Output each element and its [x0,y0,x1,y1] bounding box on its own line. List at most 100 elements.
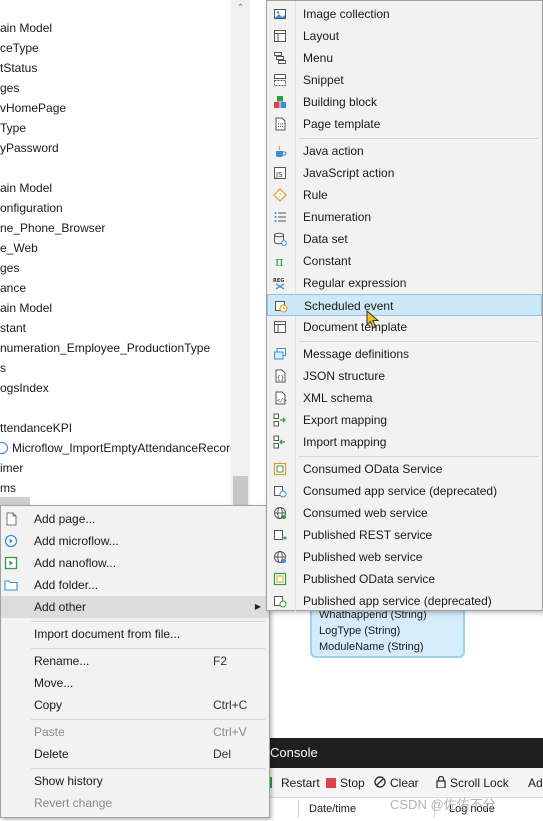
tree-item[interactable]: ain Model [0,178,232,198]
published-odata-service-item[interactable]: Published OData service [267,568,542,590]
tree-item[interactable]: ain Model [0,18,232,38]
add-folder-item[interactable]: Add folder... [1,574,269,596]
tree-item[interactable]: ogsIndex [0,378,232,398]
svg-text:?: ? [278,193,281,200]
console-title: Console [270,745,318,760]
scroll-up-icon[interactable]: ⌃ [231,0,250,17]
delete-item[interactable]: Delete Del [1,743,269,765]
tree-item[interactable]: ges [0,258,232,278]
consumed-app-service-item[interactable]: Consumed app service (deprecated) [267,480,542,502]
xml-schema-icon: </> [275,391,287,405]
add-nanoflow-item[interactable]: Add nanoflow... [1,552,269,574]
add-other-item[interactable]: Add other ▶ [1,596,269,618]
nanoflow-icon [4,556,18,570]
paste-item[interactable]: Paste Ctrl+V [1,721,269,743]
rename-item[interactable]: Rename... F2 [1,650,269,672]
tree-item[interactable]: ms [0,478,232,498]
tree-item[interactable]: numeration_Employee_ProductionType [0,338,232,358]
tree-item[interactable]: onfiguration [0,198,232,218]
menu-separator [31,621,265,622]
svg-text:JS: JS [275,171,283,179]
context-menu: Add page... Add microflow... Add nanoflo… [0,505,270,818]
restart-button[interactable]: Restart [268,776,320,790]
document-template-item[interactable]: Document template [267,316,542,338]
svg-text:π: π [275,255,284,268]
tree-item[interactable]: ain Model [0,298,232,318]
watermark: CSDN @佐佑不分 [390,797,496,812]
microflow-icon [0,442,8,454]
import-document-item[interactable]: Import document from file... [1,623,269,645]
app-service-icon [274,596,287,608]
layout-icon [274,30,286,42]
show-history-item[interactable]: Show history [1,770,269,792]
javascript-action-item[interactable]: JS JavaScript action [267,162,542,184]
layout-item[interactable]: Layout [267,25,542,47]
tree-item[interactable]: ance [0,278,232,298]
pi-icon: π [275,255,284,268]
enumeration-item[interactable]: Enumeration [267,206,542,228]
tree-item[interactable]: ges [0,78,232,98]
tree-item[interactable] [0,398,232,418]
mouse-cursor-icon [366,310,380,329]
column-header-datetime[interactable]: Date/time [309,803,356,815]
constant-item[interactable]: π Constant [267,250,542,272]
export-mapping-item[interactable]: Export mapping [267,409,542,431]
scroll-lock-button[interactable]: Scroll Lock [436,776,509,790]
json-structure-item[interactable]: {} JSON structure [267,365,542,387]
tree-item[interactable] [0,158,232,178]
tree-item[interactable]: stant [0,318,232,338]
json-structure-icon: {} [275,369,286,383]
data-set-item[interactable]: Data set [267,228,542,250]
tree-scrollbar[interactable]: ⌃ [231,0,250,510]
snippet-item[interactable]: Snippet [267,69,542,91]
add-microflow-item[interactable]: Add microflow... [1,530,269,552]
menu-item[interactable]: Menu [267,47,542,69]
java-action-icon [276,145,287,157]
tree-item[interactable]: vHomePage [0,98,232,118]
rule-item[interactable]: ? Rule [267,184,542,206]
published-rest-service-item[interactable]: Published REST service [267,524,542,546]
copy-item[interactable]: Copy Ctrl+C [1,694,269,716]
java-action-item[interactable]: Java action [267,140,542,162]
import-mapping-item[interactable]: Import mapping [267,431,542,453]
published-app-service-item[interactable]: Published app service (deprecated) [267,590,542,612]
shortcut-label: Del [213,747,232,761]
shortcut-label: Ctrl+V [213,725,247,739]
regular-expression-icon: REG [273,278,284,290]
message-definitions-item[interactable]: Message definitions [267,343,542,365]
more-toolbar-button[interactable]: Ad [528,776,543,790]
console-header: Console [266,738,543,768]
rule-icon: ? [273,188,287,202]
regular-expression-item[interactable]: REG Regular expression [267,272,542,294]
tree-item[interactable]: e_Web [0,238,232,258]
move-item[interactable]: Move... [1,672,269,694]
svg-text:REG: REG [273,278,284,284]
tree-item[interactable]: yPassword [0,138,232,158]
project-explorer: ain Model ceType tStatus ges vHomePage T… [0,0,250,510]
tree-item[interactable]: Microflow_ImportEmptyAttendanceRecord [0,438,232,458]
tree-item[interactable]: ceType [0,38,232,58]
xml-schema-item[interactable]: </> XML schema [267,387,542,409]
add-page-item[interactable]: Add page... [1,508,269,530]
building-block-item[interactable]: Building block [267,91,542,113]
page-template-item[interactable]: Page template [267,113,542,135]
microflow-icon [4,534,18,548]
page-icon [6,512,17,526]
tree-item[interactable]: ne_Phone_Browser [0,218,232,238]
image-collection-item[interactable]: Image collection [267,3,542,25]
tree-item[interactable]: tStatus [0,58,232,78]
consumed-web-service-item[interactable]: Consumed web service [267,502,542,524]
building-block-icon [274,96,286,108]
published-web-service-item[interactable]: Published web service [267,546,542,568]
clear-button[interactable]: Clear [374,776,419,790]
tree-item[interactable]: ttendanceKPI [0,418,232,438]
tree-item[interactable]: imer [0,458,232,478]
odata-service-icon [273,572,287,586]
stop-button[interactable]: Stop [326,776,365,790]
scheduled-event-item[interactable]: Scheduled event [267,294,542,316]
tree-item[interactable]: s [0,358,232,378]
revert-change-item[interactable]: Revert change [1,792,269,814]
tree-item[interactable]: Type [0,118,232,138]
consumed-odata-service-item[interactable]: Consumed OData Service [267,458,542,480]
document-template-icon [274,321,286,333]
